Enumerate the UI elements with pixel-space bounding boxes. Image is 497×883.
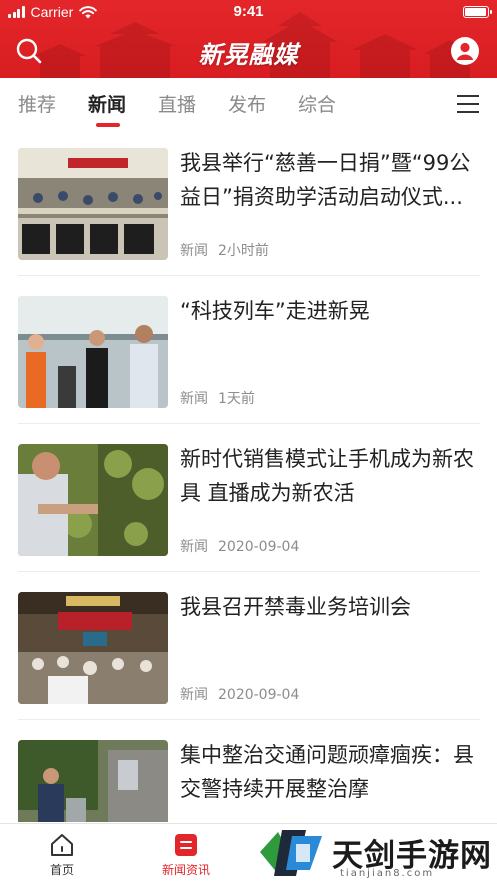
tab-general[interactable]: 综合	[298, 90, 336, 117]
news-thumbnail	[18, 148, 168, 260]
news-item[interactable]: 我县召开禁毒业务培训会 新闻 2020-09-04	[18, 572, 480, 720]
battery-icon	[463, 6, 492, 18]
news-meta: 新闻 2020-09-04	[180, 684, 299, 704]
news-time: 1天前	[218, 391, 255, 407]
watermark-logo-icon	[260, 830, 322, 876]
news-meta: 新闻 2020-09-04	[180, 536, 299, 556]
category-tabs: 推荐 新闻 直播 发布 综合	[0, 78, 497, 128]
news-title: “科技列车”走进新晃	[180, 299, 370, 323]
home-icon	[51, 834, 73, 856]
news-category: 新闻	[180, 243, 208, 259]
news-category: 新闻	[180, 391, 208, 407]
site-watermark: 天剑手游网 tianjian8.com	[250, 822, 497, 883]
tab-publish[interactable]: 发布	[228, 90, 266, 117]
news-thumbnail	[18, 444, 168, 556]
news-thumbnail	[18, 740, 168, 822]
news-meta: 新闻 2小时前	[180, 240, 269, 260]
hamburger-menu-icon[interactable]	[457, 95, 479, 113]
news-category: 新闻	[180, 687, 208, 703]
news-meta: 新闻 1天前	[180, 388, 255, 408]
news-thumbnail	[18, 296, 168, 408]
bottom-nav-news[interactable]: 新闻资讯	[146, 832, 226, 878]
news-item[interactable]: 我县举行“慈善一日捐”暨“99公益日”捐资助学活动启动仪式... 新闻 2小时前	[18, 128, 480, 276]
news-time: 2020-09-04	[218, 687, 300, 703]
user-icon[interactable]	[450, 36, 480, 66]
news-title: 我县召开禁毒业务培训会	[180, 595, 411, 619]
battery-level	[465, 8, 486, 16]
bottom-nav-label: 首页	[49, 863, 74, 877]
news-title: 新时代销售模式让手机成为新农具 直播成为新农活	[180, 447, 474, 505]
bottom-nav-home[interactable]: 首页	[22, 832, 102, 878]
news-category: 新闻	[180, 539, 208, 555]
active-tab-indicator	[96, 123, 120, 127]
news-list: 我县举行“慈善一日捐”暨“99公益日”捐资助学活动启动仪式... 新闻 2小时前 …	[0, 128, 497, 822]
news-time: 2020-09-04	[218, 539, 300, 555]
status-time: 9:41	[233, 3, 264, 20]
tab-news[interactable]: 新闻	[88, 90, 126, 117]
watermark-subtext: tianjian8.com	[340, 868, 435, 879]
news-item[interactable]: “科技列车”走进新晃 新闻 1天前	[18, 276, 480, 424]
tab-recommend[interactable]: 推荐	[18, 90, 56, 117]
news-title: 我县举行“慈善一日捐”暨“99公益日”捐资助学活动启动仪式...	[180, 151, 471, 209]
brand-logo: 新晃融媒	[198, 41, 299, 69]
app-header: Carrier 9:41 新晃融媒	[0, 0, 497, 78]
news-icon	[175, 834, 197, 856]
status-bar: Carrier 9:41	[0, 0, 497, 26]
news-item[interactable]: 集中整治交通问题顽瘴痼疾：县交警持续开展整治摩	[18, 720, 480, 822]
news-item[interactable]: 新时代销售模式让手机成为新农具 直播成为新农活 新闻 2020-09-04	[18, 424, 480, 572]
news-title: 集中整治交通问题顽瘴痼疾：县交警持续开展整治摩	[180, 743, 474, 801]
bottom-nav-label: 新闻资讯	[161, 863, 210, 877]
news-thumbnail	[18, 592, 168, 704]
news-time: 2小时前	[218, 243, 269, 259]
tab-live[interactable]: 直播	[158, 90, 196, 117]
